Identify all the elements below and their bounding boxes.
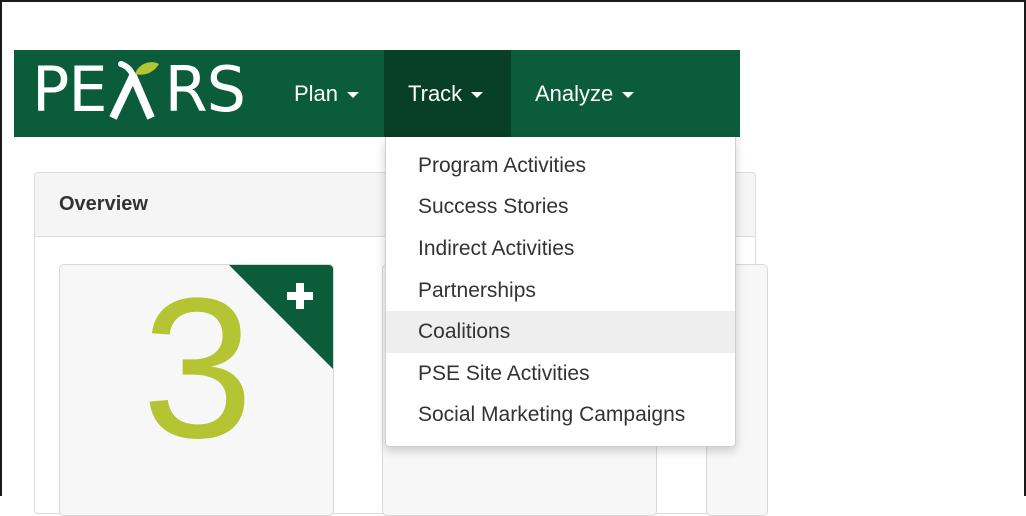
nav-analyze-label: Analyze	[535, 80, 614, 106]
menu-item-label: Coalitions	[418, 320, 511, 344]
panel-title: Overview	[59, 193, 148, 215]
menu-item-social-marketing-campaigns[interactable]: Social Marketing Campaigns	[386, 395, 735, 437]
pears-logo[interactable]: PE RS	[32, 53, 246, 126]
track-dropdown-menu: Program Activities Success Stories Indir…	[385, 137, 736, 447]
nav-plan[interactable]: Plan	[270, 50, 383, 137]
overview-card[interactable]: 3	[59, 264, 334, 516]
caret-down-icon	[471, 91, 484, 98]
nav-track[interactable]: Track	[384, 50, 511, 137]
menu-item-label: Social Marketing Campaigns	[418, 403, 686, 427]
nav-plan-label: Plan	[294, 80, 339, 106]
menu-item-program-activities[interactable]: Program Activities	[386, 145, 735, 187]
menu-item-pse-site-activities[interactable]: PSE Site Activities	[386, 353, 735, 395]
nav-track-label: Track	[408, 80, 463, 106]
logo-text-left: PE	[32, 53, 108, 126]
menu-item-label: Success Stories	[418, 195, 569, 219]
menu-item-label: PSE Site Activities	[418, 361, 590, 385]
menu-item-partnerships[interactable]: Partnerships	[386, 270, 735, 312]
pear-leaf-icon	[108, 61, 159, 120]
menu-item-label: Indirect Activities	[418, 236, 575, 260]
menu-item-success-stories[interactable]: Success Stories	[386, 187, 735, 229]
caret-down-icon	[622, 91, 635, 98]
logo-text-right: RS	[164, 53, 246, 126]
plus-icon[interactable]	[287, 283, 313, 309]
caret-down-icon	[347, 91, 360, 98]
nav-analyze[interactable]: Analyze	[511, 50, 658, 137]
top-navbar: PE RS Plan Track Analyze	[14, 50, 740, 137]
card-corner-ribbon[interactable]	[229, 265, 333, 369]
menu-item-label: Program Activities	[418, 153, 587, 177]
menu-item-label: Partnerships	[418, 278, 536, 302]
menu-item-coalitions[interactable]: Coalitions	[386, 311, 735, 353]
menu-item-indirect-activities[interactable]: Indirect Activities	[386, 228, 735, 270]
